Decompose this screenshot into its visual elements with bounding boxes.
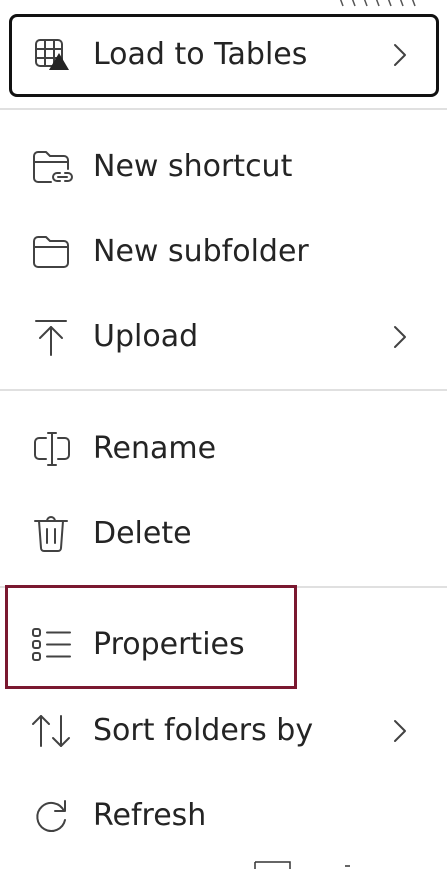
rename-icon [30,427,74,471]
menu-item-upload[interactable]: Upload [0,295,447,379]
menu-item-label: Sort folders by [93,713,314,748]
menu-item-label: Load to Tables [93,37,308,72]
folder-link-icon [30,145,74,189]
properties-list-icon [30,623,74,667]
menu-item-label: New shortcut [93,149,293,184]
refresh-icon [30,794,74,838]
menu-divider [0,586,447,588]
upload-icon [30,315,74,359]
menu-divider [0,108,447,110]
context-menu: Load to Tables New shortcut New subfolde… [0,0,447,869]
menu-item-label: Delete [93,516,192,551]
menu-item-delete[interactable]: Delete [0,492,447,576]
chevron-right-icon [385,322,415,352]
menu-divider [0,389,447,391]
menu-item-properties[interactable]: Properties [0,603,447,687]
chevron-right-icon [385,716,415,746]
menu-item-new-shortcut[interactable]: New shortcut [0,125,447,209]
menu-item-rename[interactable]: Rename [0,407,447,491]
table-load-icon [30,33,74,77]
background-fragment [250,857,350,869]
sort-arrows-icon [30,709,74,753]
chevron-right-icon [385,40,415,70]
folder-icon [30,230,74,274]
menu-item-label: Properties [93,627,245,662]
background-fragment [0,0,447,8]
menu-item-refresh[interactable]: Refresh [0,774,447,858]
menu-item-new-subfolder[interactable]: New subfolder [0,210,447,294]
menu-item-label: Refresh [93,798,207,833]
menu-item-label: New subfolder [93,234,309,269]
menu-item-label: Upload [93,319,199,354]
menu-item-sort-folders-by[interactable]: Sort folders by [0,689,447,773]
trash-icon [30,512,74,556]
menu-item-label: Rename [93,431,217,466]
menu-item-load-to-tables[interactable]: Load to Tables [0,13,447,97]
